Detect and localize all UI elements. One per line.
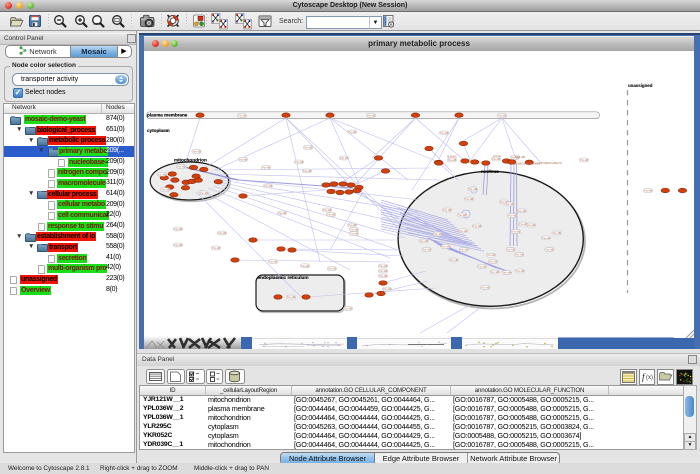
svg-text:Yw.-sB: Yw.-sB	[487, 253, 496, 257]
svg-text:Yw.-sB: Yw.-sB	[468, 187, 477, 191]
svg-text:Yw.-sB: Yw.-sB	[177, 165, 186, 169]
svg-text:wBYQBGCwBAYQ: wBYQBGCwBAYQ	[538, 161, 562, 165]
svg-text:unassigned: unassigned	[628, 83, 653, 88]
svg-text:Yw.-sB: Yw.-sB	[262, 166, 271, 170]
svg-text:Yw.-sB: Yw.-sB	[350, 232, 359, 236]
svg-text:Yw.-sB: Yw.-sB	[527, 223, 536, 227]
svg-text:Yw.-sB: Yw.-sB	[278, 211, 287, 215]
svg-text:Yw.-sB: Yw.-sB	[367, 114, 376, 118]
svg-text:Yw.-sB: Yw.-sB	[379, 269, 388, 273]
svg-text:Yw.-sB: Yw.-sB	[542, 236, 551, 240]
svg-text:Yw.-sB: Yw.-sB	[506, 202, 515, 206]
svg-text:Yw.-sB: Yw.-sB	[440, 131, 449, 135]
svg-text:wBGsBCwB7pBGwBA: wBGsBCwB7pBGwBA	[512, 162, 540, 166]
svg-text:Yw.-sB: Yw.-sB	[489, 260, 498, 264]
svg-text:Yw.-sB: Yw.-sB	[350, 228, 359, 232]
svg-text:Yw.-sB: Yw.-sB	[644, 189, 653, 193]
svg-text:Yw.-sB: Yw.-sB	[239, 157, 248, 161]
svg-text:Yw.-sB: Yw.-sB	[340, 156, 349, 160]
svg-text:Yw.-sB: Yw.-sB	[512, 229, 521, 233]
svg-text:Yw.-sB: Yw.-sB	[304, 146, 313, 150]
svg-text:Yw.-sB: Yw.-sB	[481, 286, 490, 290]
svg-text:Yw.-sB: Yw.-sB	[174, 227, 183, 231]
svg-text:(x): (x)	[646, 375, 653, 381]
svg-text:Yw.-sB: Yw.-sB	[508, 214, 517, 218]
svg-text:Yw.-sB: Yw.-sB	[158, 172, 167, 176]
svg-text:Yw.-sB: Yw.-sB	[379, 274, 388, 278]
svg-text:Yw.-sB: Yw.-sB	[269, 260, 278, 264]
svg-text:Yw.-sB: Yw.-sB	[161, 188, 170, 192]
svg-text:Yw.-sB: Yw.-sB	[441, 245, 450, 249]
svg-text:Yw.-sB: Yw.-sB	[264, 184, 273, 188]
svg-text:Yw.-sB: Yw.-sB	[459, 229, 468, 233]
svg-text:Yw.-sB: Yw.-sB	[460, 248, 469, 252]
svg-text:Yw.-sB: Yw.-sB	[580, 158, 589, 162]
svg-text:endoplasmic reticulum: endoplasmic reticulum	[258, 275, 309, 280]
svg-text:Yw.-sB: Yw.-sB	[218, 231, 227, 235]
svg-text:A7cus: A7cus	[493, 154, 501, 158]
svg-text:Yw.-sB: Yw.-sB	[491, 270, 500, 274]
svg-text:Yw.-sB: Yw.-sB	[200, 191, 209, 195]
svg-text:Yw.-sB: Yw.-sB	[517, 209, 526, 213]
svg-text:plasma membrane: plasma membrane	[147, 112, 188, 117]
svg-text:Yw.-sB: Yw.-sB	[506, 248, 515, 252]
svg-text:9LRs6C: 9LRs6C	[447, 155, 457, 159]
svg-text:Yw.-sB: Yw.-sB	[473, 224, 482, 228]
svg-text:Yw.-sB: Yw.-sB	[328, 267, 337, 271]
svg-text:Yw.-sB: Yw.-sB	[348, 223, 357, 227]
svg-text:Yw.-sB: Yw.-sB	[212, 246, 221, 250]
svg-text:Yw.-sB: Yw.-sB	[502, 271, 511, 275]
svg-text:Yw.-sB: Yw.-sB	[545, 248, 554, 252]
svg-text:Yw.-sB: Yw.-sB	[295, 160, 304, 164]
svg-text:Yw.-sB: Yw.-sB	[443, 208, 452, 212]
svg-text:Yw.-sB: Yw.-sB	[327, 213, 336, 217]
svg-text:BA7-QB: BA7-QB	[515, 155, 525, 159]
svg-text:Yw.-sB: Yw.-sB	[448, 158, 457, 162]
svg-text:Yw.-sB: Yw.-sB	[478, 264, 487, 268]
svg-text:Yw.-sB: Yw.-sB	[344, 307, 353, 311]
svg-text:Yw.-sB: Yw.-sB	[379, 264, 388, 268]
svg-text:Yw.-sB: Yw.-sB	[383, 287, 392, 291]
svg-text:Yw.-sB: Yw.-sB	[498, 114, 507, 118]
svg-text:Yw.-sB: Yw.-sB	[287, 295, 296, 299]
svg-text:Yw.-sB: Yw.-sB	[323, 208, 332, 212]
svg-text:Yw.-sB: Yw.-sB	[552, 231, 561, 235]
svg-text:Yw.-sB: Yw.-sB	[192, 150, 201, 154]
svg-text:Yw.-sB: Yw.-sB	[238, 114, 247, 118]
svg-text:cytoplasm: cytoplasm	[147, 128, 170, 133]
svg-text:Yw.-sB: Yw.-sB	[174, 243, 183, 247]
svg-text:Yw.-sB: Yw.-sB	[301, 264, 310, 268]
svg-text:Yw.-sB: Yw.-sB	[434, 232, 443, 236]
svg-text:Yw.-sB: Yw.-sB	[419, 239, 428, 243]
svg-text:mitochondrion: mitochondrion	[174, 157, 207, 162]
svg-text:Yw.-sB: Yw.-sB	[458, 213, 467, 217]
svg-text:Yw.-sB: Yw.-sB	[516, 269, 525, 273]
svg-text:Yw.-sB: Yw.-sB	[465, 197, 474, 201]
svg-text:Yw.-sB: Yw.-sB	[515, 253, 524, 257]
svg-text:Yw.-sB: Yw.-sB	[348, 130, 357, 134]
svg-text:Yw.-sB: Yw.-sB	[422, 248, 431, 252]
svg-text:Yw.-sB: Yw.-sB	[449, 258, 458, 262]
svg-text:Yw.-sB: Yw.-sB	[303, 169, 312, 173]
svg-text:nucleus: nucleus	[481, 169, 499, 174]
